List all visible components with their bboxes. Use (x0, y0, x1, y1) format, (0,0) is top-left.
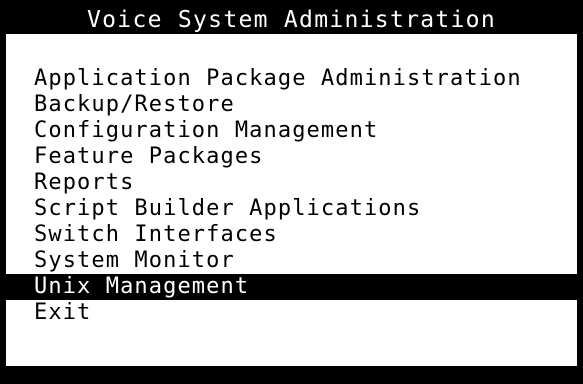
menu-item-exit[interactable]: Exit (6, 300, 577, 326)
menu-item-configuration-management[interactable]: Configuration Management (6, 118, 577, 144)
window-title: Voice System Administration (87, 7, 496, 33)
menu-item-application-package-administration[interactable]: Application Package Administration (6, 66, 577, 92)
menu-item-script-builder-applications[interactable]: Script Builder Applications (6, 196, 577, 222)
menu-window: Voice System Administration Application … (0, 0, 583, 384)
menu-list: Application Package Administration Backu… (6, 66, 577, 326)
menu-item-switch-interfaces[interactable]: Switch Interfaces (6, 222, 577, 248)
menu-item-backup-restore[interactable]: Backup/Restore (6, 92, 577, 118)
menu-item-system-monitor[interactable]: System Monitor (6, 248, 577, 274)
menu-item-feature-packages[interactable]: Feature Packages (6, 144, 577, 170)
menu-item-reports[interactable]: Reports (6, 170, 577, 196)
menu-body: Application Package Administration Backu… (6, 34, 577, 366)
menu-item-unix-management[interactable]: Unix Management (6, 274, 577, 300)
